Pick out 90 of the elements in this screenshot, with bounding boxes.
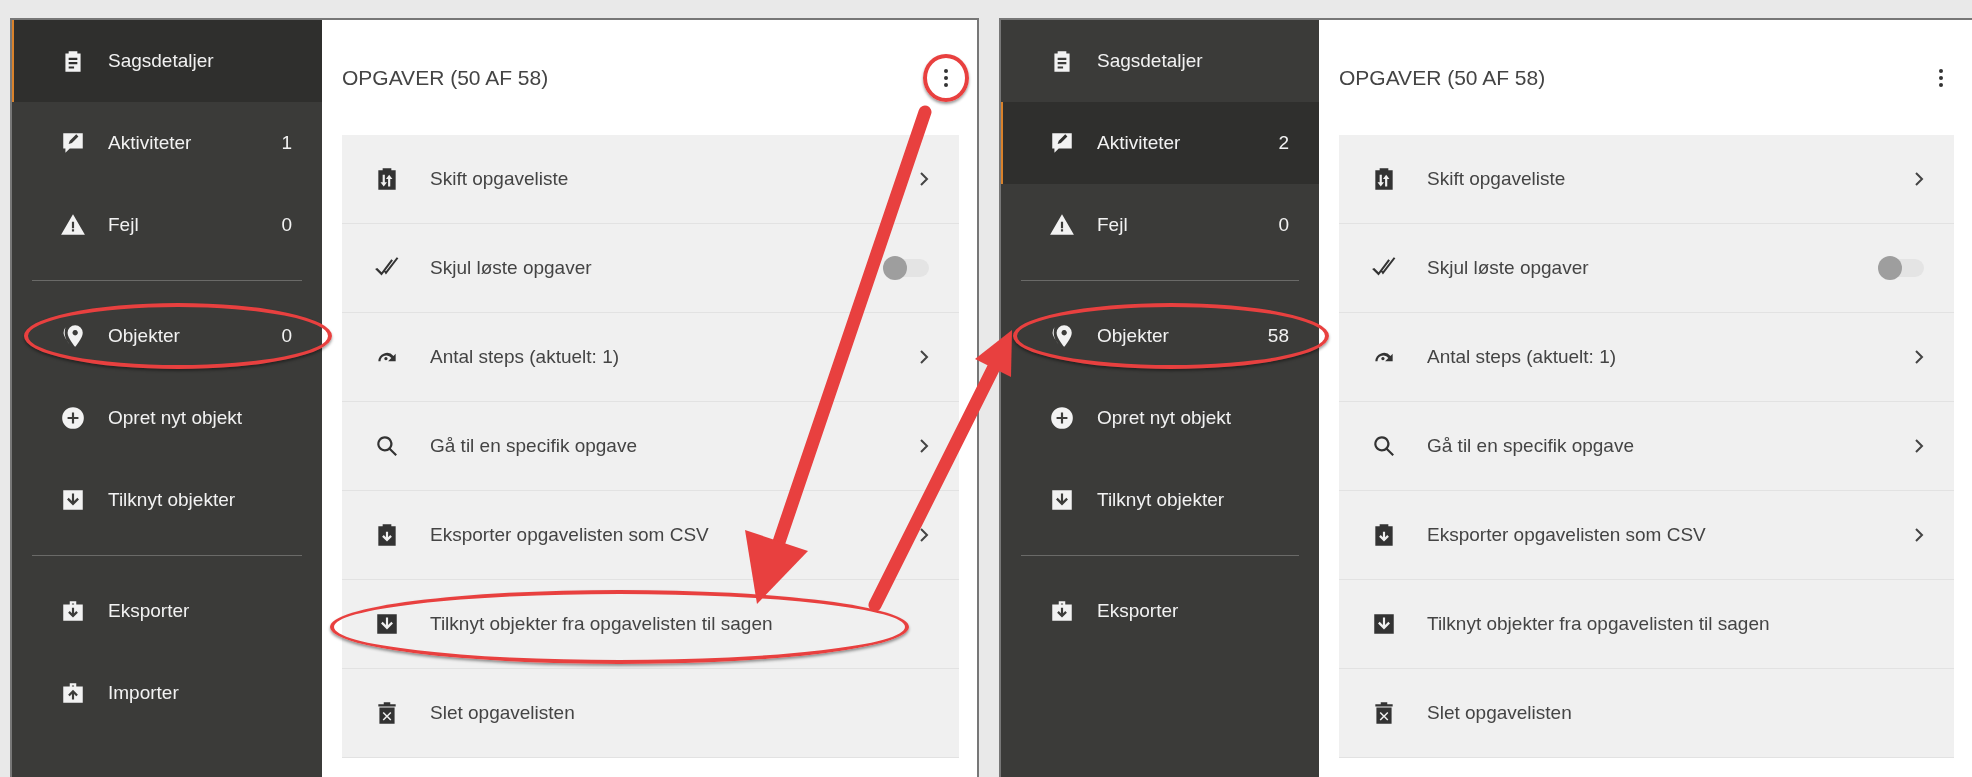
chevron-right-icon <box>919 171 929 187</box>
chevron-right-icon <box>919 527 929 543</box>
sidebar-item-label: Eksporter <box>1097 600 1180 622</box>
sidebar-item-label: Objekter <box>108 325 181 347</box>
sidebar-item-label: Sagsdetaljer <box>108 50 215 72</box>
kebab-menu-icon <box>1938 67 1944 88</box>
sidebar-item-label: Aktiviteter <box>1097 132 1182 154</box>
sidebar-item-label: Importer <box>108 682 180 704</box>
menu-item-label: Skift opgaveliste <box>1427 168 1567 190</box>
menu-item-label: Skift opgaveliste <box>430 168 570 190</box>
menu-item-label: Tilknyt objekter fra opgavelisten til sagen <box>430 613 774 635</box>
menu-item-label: Gå til en specifik opgave <box>1427 435 1635 457</box>
sidebar-item[interactable]: Tilknyt objekter <box>12 459 322 541</box>
menu-item[interactable]: Skift opgaveliste <box>1339 135 1954 224</box>
briefcase-download-icon <box>1049 598 1075 624</box>
menu-item-label: Skjul løste opgaver <box>430 257 593 279</box>
menu-item[interactable]: Slet opgavelisten <box>342 669 959 758</box>
briefcase-icon <box>60 680 86 706</box>
menu-item-label: Eksporter opgavelisten som CSV <box>430 524 710 546</box>
sidebar-item-label: Tilknyt objekter <box>108 489 237 511</box>
sidebar-item[interactable]: Opret nyt objekt <box>12 377 322 459</box>
panel-title: OPGAVER (50 AF 58) <box>342 65 549 90</box>
sidebar-item[interactable]: Sagsdetaljer <box>12 20 322 102</box>
sidebar-item[interactable]: Aktiviteter 2 <box>1001 102 1319 184</box>
menu-item[interactable]: Tilknyt objekter fra opgavelisten til sagen <box>342 580 959 669</box>
toggle-switch[interactable] <box>885 259 929 277</box>
comment-edit-icon <box>60 130 86 156</box>
sidebar-item[interactable]: Objekter 58 <box>1001 295 1319 377</box>
menu-item-label: Slet opgavelisten <box>430 702 576 724</box>
menu-item-label: Slet opgavelisten <box>1427 702 1573 724</box>
chevron-right-icon <box>1914 438 1924 454</box>
menu-item[interactable]: Antal steps (aktuelt: 1) <box>342 313 959 402</box>
item-count: 0 <box>281 325 292 347</box>
chevron-right-icon <box>1914 349 1924 365</box>
menu-item[interactable]: Skjul løste opgaver <box>1339 224 1954 313</box>
item-count: 2 <box>1278 132 1289 154</box>
download-icon <box>1049 487 1075 513</box>
sidebar-item[interactable]: Aktiviteter 1 <box>12 102 322 184</box>
sidebar-item[interactable]: Tilknyt objekter <box>1001 459 1319 541</box>
menu-item[interactable]: Gå til en specifik opgave <box>342 402 959 491</box>
download-icon <box>60 487 86 513</box>
item-count: 0 <box>281 214 292 236</box>
menu-item-label: Eksporter opgavelisten som CSV <box>1427 524 1707 546</box>
sidebar-item-label: Aktiviteter <box>108 132 193 154</box>
menu-item-label: Tilknyt objekter fra opgavelisten til sagen <box>1427 613 1771 635</box>
toggle-switch[interactable] <box>1880 259 1924 277</box>
sidebar-item[interactable]: Importer <box>12 652 322 734</box>
menu-item[interactable]: Eksporter opgavelisten som CSV <box>1339 491 1954 580</box>
download-icon <box>1371 611 1397 637</box>
briefcase-download-icon <box>60 598 86 624</box>
menu-item[interactable]: Skjul løste opgaver <box>342 224 959 313</box>
menu-item[interactable]: Antal steps (aktuelt: 1) <box>1339 313 1954 402</box>
warning-icon <box>60 212 86 238</box>
menu-item-label: Antal steps (aktuelt: 1) <box>1427 346 1618 368</box>
sidebar-item-label: Sagsdetaljer <box>1097 50 1204 72</box>
panel-title: OPGAVER (50 AF 58) <box>1339 65 1546 90</box>
sidebar-item-label: Fejl <box>108 214 140 236</box>
chevron-right-icon <box>1914 171 1924 187</box>
sidebar-item-label: Fejl <box>1097 214 1129 236</box>
chevron-right-icon <box>1914 527 1924 543</box>
search-icon <box>374 433 400 459</box>
sidebar-item[interactable]: Sagsdetaljer <box>1001 20 1319 102</box>
sidebar-item-label: Opret nyt objekt <box>1097 407 1233 429</box>
sidebar-item[interactable]: Eksporter <box>12 570 322 652</box>
warning-icon <box>1049 212 1075 238</box>
item-count: 1 <box>281 132 292 154</box>
menu-item-label: Antal steps (aktuelt: 1) <box>430 346 621 368</box>
chevron-right-icon <box>919 438 929 454</box>
sidebar-item-label: Opret nyt objekt <box>108 407 244 429</box>
menu-item[interactable]: Gå til en specifik opgave <box>1339 402 1954 491</box>
kebab-menu-icon <box>943 67 949 88</box>
chevron-right-icon <box>919 349 929 365</box>
menu-item[interactable]: Skift opgaveliste <box>342 135 959 224</box>
search-icon <box>1371 433 1397 459</box>
sidebar-item[interactable]: Eksporter <box>1001 570 1319 652</box>
menu-item-label: Gå til en specifik opgave <box>430 435 638 457</box>
sidebar-item[interactable]: Opret nyt objekt <box>1001 377 1319 459</box>
menu-item[interactable]: Tilknyt objekter fra opgavelisten til sagen <box>1339 580 1954 669</box>
sidebar-item-label: Objekter <box>1097 325 1170 347</box>
sidebar-item-label: Tilknyt objekter <box>1097 489 1226 511</box>
item-count: 0 <box>1278 214 1289 236</box>
sidebar-item[interactable]: Fejl 0 <box>1001 184 1319 266</box>
item-count: 58 <box>1267 325 1289 347</box>
sidebar-item-label: Eksporter <box>108 600 191 622</box>
comment-edit-icon <box>1049 130 1075 156</box>
menu-item[interactable]: Slet opgavelisten <box>1339 669 1954 758</box>
download-icon <box>374 611 400 637</box>
sidebar-item[interactable]: Objekter 0 <box>12 295 322 377</box>
sidebar-item[interactable]: Fejl 0 <box>12 184 322 266</box>
menu-item-label: Skjul løste opgaver <box>1427 257 1590 279</box>
